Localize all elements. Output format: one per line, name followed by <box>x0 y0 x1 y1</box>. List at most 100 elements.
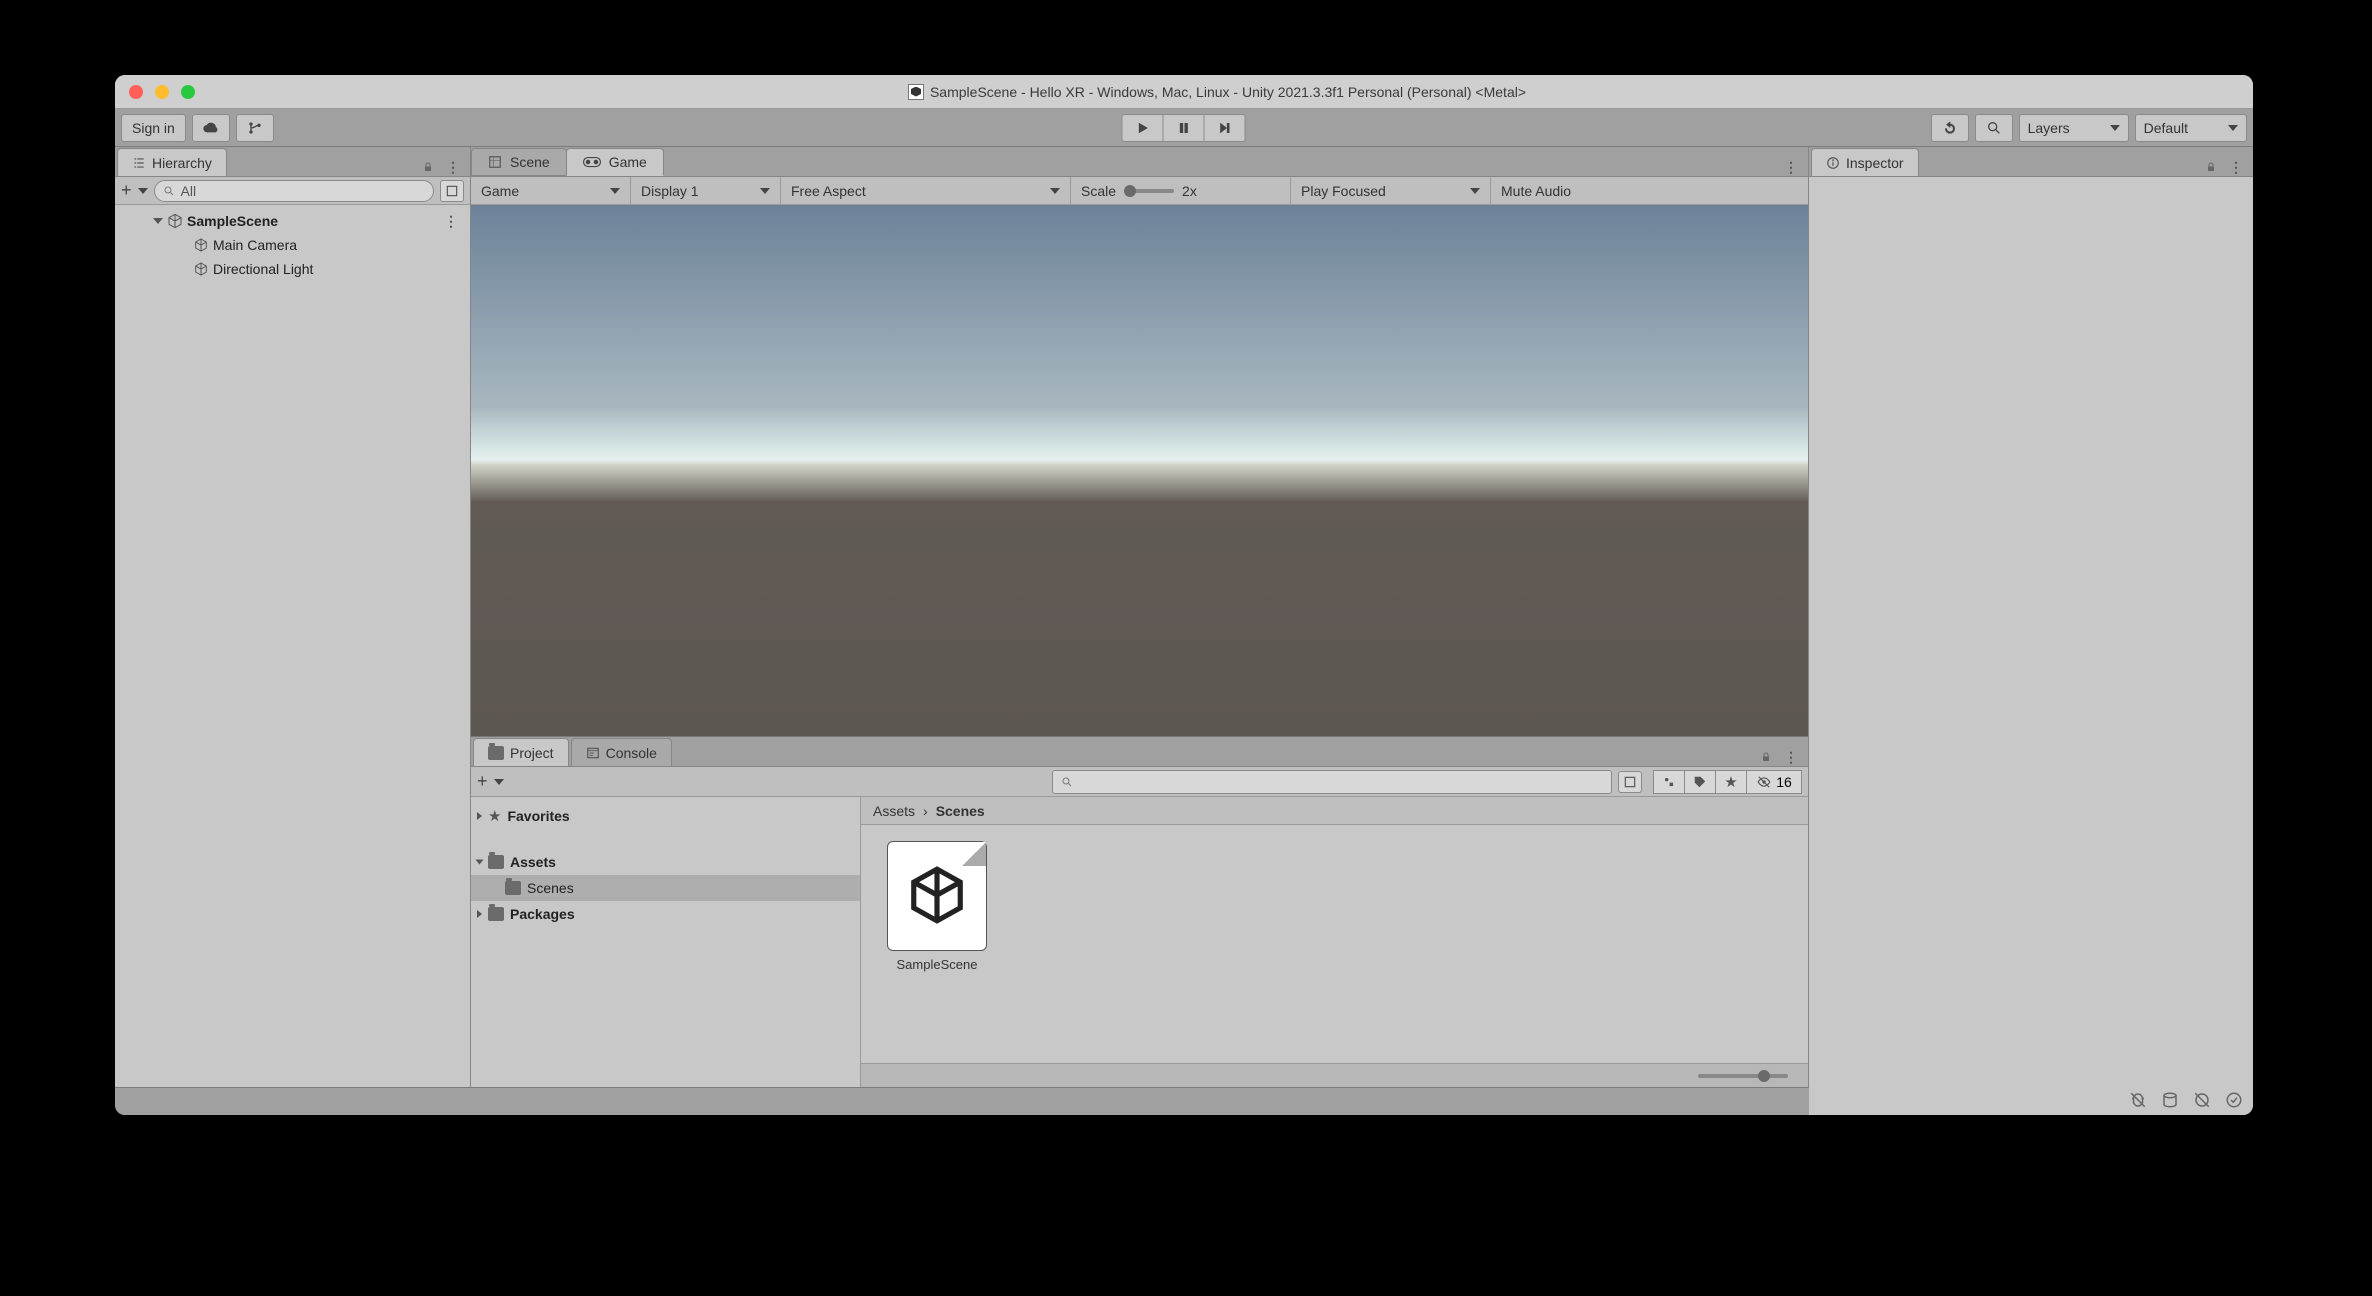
folder-icon <box>488 746 504 760</box>
signin-button[interactable]: Sign in <box>121 114 186 142</box>
minimize-window-button[interactable] <box>155 85 169 99</box>
hierarchy-tabrow: Hierarchy ⋮ <box>115 147 470 177</box>
lock-icon[interactable] <box>420 159 436 175</box>
gameobject-icon <box>193 261 209 277</box>
hierarchy-item-label: Main Camera <box>213 237 297 253</box>
pause-icon <box>1176 120 1192 136</box>
unity-logo-icon <box>167 213 183 229</box>
hierarchy-toolbar: + All <box>115 177 470 205</box>
zoom-window-button[interactable] <box>181 85 195 99</box>
panel-menu-button[interactable]: ⋮ <box>1784 159 1800 176</box>
dropdown-caret-icon <box>494 779 504 785</box>
project-folder-tree: ★ Favorites Assets Scenes <box>471 797 861 1087</box>
debug-mode-icon[interactable] <box>2129 1091 2147 1112</box>
layers-dropdown[interactable]: Layers <box>2019 114 2129 142</box>
game-tab[interactable]: Game <box>566 148 664 176</box>
save-search-button[interactable]: ★ <box>1715 770 1747 794</box>
aspect-dropdown[interactable]: Free Aspect <box>781 177 1071 204</box>
star-icon: ★ <box>488 807 501 825</box>
thumbnail-size-slider-row <box>861 1063 1808 1087</box>
mute-label: Mute Audio <box>1501 183 1571 199</box>
thumbnail-size-slider[interactable] <box>1698 1074 1788 1078</box>
inspector-tab-label: Inspector <box>1846 155 1904 171</box>
hierarchy-item[interactable]: Directional Light <box>115 257 470 281</box>
game-mode-dropdown[interactable]: Game <box>471 177 631 204</box>
history-icon <box>1942 120 1958 136</box>
assets-row[interactable]: Assets <box>471 849 860 875</box>
cloud-button[interactable] <box>192 114 230 142</box>
game-mode-label: Game <box>481 183 519 199</box>
layout-dropdown[interactable]: Default <box>2135 114 2247 142</box>
packages-row[interactable]: Packages <box>471 901 860 927</box>
focus-dropdown[interactable]: Play Focused <box>1291 177 1491 204</box>
expand-toggle-icon[interactable] <box>477 910 482 918</box>
create-asset-dropdown[interactable]: + <box>477 771 488 792</box>
expand-toggle-icon[interactable] <box>477 812 482 820</box>
project-search[interactable] <box>1052 770 1612 794</box>
play-button[interactable] <box>1122 114 1164 142</box>
cache-server-icon[interactable] <box>2161 1091 2179 1112</box>
hierarchy-item[interactable]: Main Camera <box>115 233 470 257</box>
scene-menu-button[interactable]: ⋮ <box>444 213 460 230</box>
filter-by-label-button[interactable] <box>1684 770 1716 794</box>
expand-toggle-icon[interactable] <box>153 218 163 224</box>
project-toolbar: + ★ 16 <box>471 767 1808 797</box>
hidden-packages-toggle[interactable]: 16 <box>1746 770 1802 794</box>
search-picker-button[interactable] <box>1618 771 1642 793</box>
panel-menu-button[interactable]: ⋮ <box>2229 159 2245 176</box>
hierarchy-search-text: All <box>181 183 197 199</box>
scenes-label: Scenes <box>527 880 574 896</box>
game-viewport[interactable] <box>471 205 1808 736</box>
hierarchy-search[interactable]: All <box>154 180 434 202</box>
viewport-tabrow: Scene Game ⋮ <box>471 147 1808 177</box>
breadcrumb-leaf[interactable]: Scenes <box>936 803 985 819</box>
game-icon <box>583 155 601 169</box>
global-search-button[interactable] <box>1975 114 2013 142</box>
version-control-button[interactable] <box>236 114 274 142</box>
window-title-text: SampleScene - Hello XR - Windows, Mac, L… <box>930 84 1526 100</box>
unity-editor-window: SampleScene - Hello XR - Windows, Mac, L… <box>115 75 2253 1115</box>
lock-icon[interactable] <box>2203 159 2219 175</box>
game-tab-label: Game <box>609 154 647 170</box>
scenes-folder-row[interactable]: Scenes <box>471 875 860 901</box>
chevron-right-icon: › <box>923 803 928 819</box>
pause-button[interactable] <box>1163 114 1205 142</box>
search-icon <box>1986 120 2002 136</box>
hierarchy-search-mode[interactable] <box>440 180 464 202</box>
hierarchy-panel: Hierarchy ⋮ + All <box>115 147 471 1087</box>
undo-history-button[interactable] <box>1931 114 1969 142</box>
expand-toggle-icon[interactable] <box>476 860 484 865</box>
lock-icon[interactable] <box>1758 749 1774 765</box>
hierarchy-tab[interactable]: Hierarchy <box>117 148 227 176</box>
scale-control[interactable]: Scale 2x <box>1071 177 1291 204</box>
cloud-icon <box>203 120 219 136</box>
create-dropdown[interactable]: + <box>121 180 132 201</box>
favorites-row[interactable]: ★ Favorites <box>471 803 860 829</box>
scale-slider[interactable] <box>1124 189 1174 193</box>
gameobject-icon <box>193 237 209 253</box>
asset-item[interactable]: SampleScene <box>877 841 997 972</box>
breadcrumb-root[interactable]: Assets <box>873 803 915 819</box>
dropdown-caret-icon <box>610 188 620 194</box>
type-filter-icon <box>1662 775 1676 789</box>
inspector-body <box>1809 177 2253 1115</box>
project-tab[interactable]: Project <box>473 738 569 766</box>
display-dropdown[interactable]: Display 1 <box>631 177 781 204</box>
console-tab[interactable]: Console <box>571 738 672 766</box>
inspector-tab[interactable]: Inspector <box>1811 148 1919 176</box>
scene-row[interactable]: SampleScene ⋮ <box>115 209 470 233</box>
window-title: SampleScene - Hello XR - Windows, Mac, L… <box>195 84 2239 100</box>
eye-off-icon <box>1756 775 1772 789</box>
close-window-button[interactable] <box>129 85 143 99</box>
scene-tab[interactable]: Scene <box>471 148 567 176</box>
filter-by-type-button[interactable] <box>1653 770 1685 794</box>
auto-refresh-icon[interactable] <box>2193 1091 2211 1112</box>
step-button[interactable] <box>1204 114 1246 142</box>
asset-label: SampleScene <box>897 957 978 972</box>
progress-check-icon[interactable] <box>2225 1091 2243 1112</box>
project-area: Project Console ⋮ + <box>471 736 1808 1087</box>
panel-menu-button[interactable]: ⋮ <box>1784 749 1800 766</box>
panel-menu-button[interactable]: ⋮ <box>446 159 462 176</box>
mute-audio-toggle[interactable]: Mute Audio <box>1491 177 1581 204</box>
scale-value: 2x <box>1182 183 1197 199</box>
